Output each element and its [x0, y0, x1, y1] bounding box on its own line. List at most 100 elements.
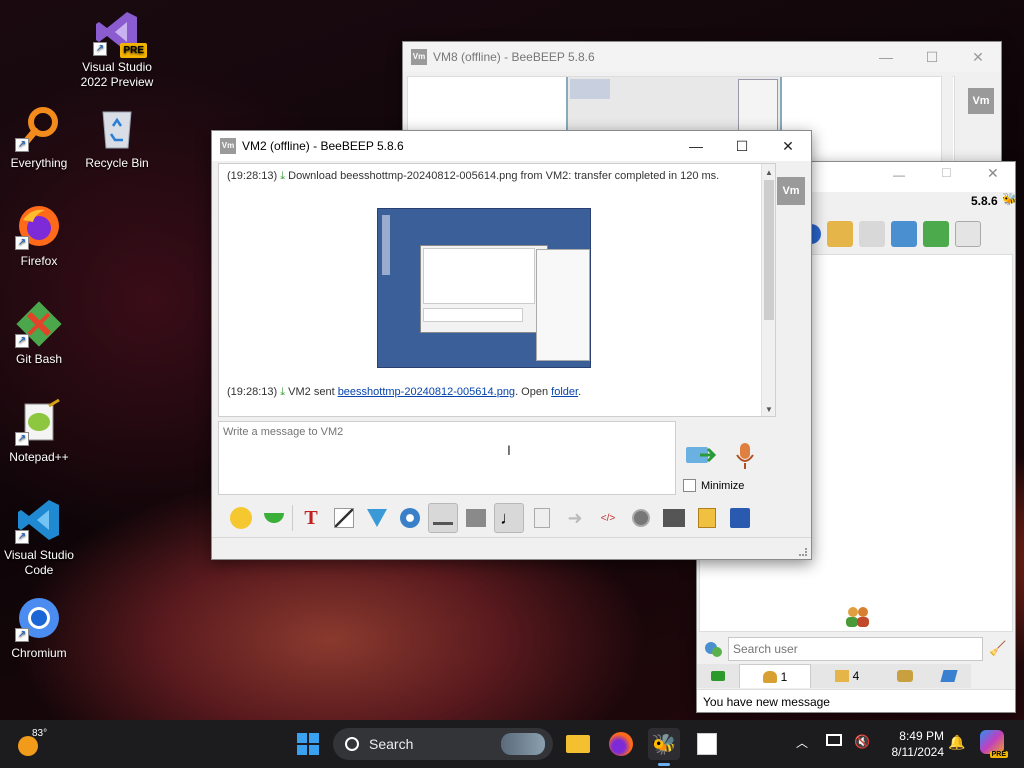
html-button[interactable]: </> — [593, 503, 623, 533]
notes-button[interactable] — [692, 503, 722, 533]
desktop-icon-label: Git Bash — [15, 352, 63, 366]
terminal-button[interactable] — [659, 503, 689, 533]
maximize-button[interactable]: ☐ — [941, 166, 952, 180]
download-icon: ⤓ — [280, 170, 286, 182]
chat-message: (19:28:13) ⤓ VM2 sent beesshottmp-202408… — [227, 386, 581, 399]
copilot-preview-badge: PRE — [989, 751, 1008, 758]
taskbar-file-explorer[interactable] — [562, 728, 594, 760]
resize-grip-icon[interactable] — [799, 548, 807, 556]
emoticon-button[interactable] — [226, 503, 256, 533]
taskbar-snipping-tool[interactable] — [691, 728, 723, 760]
close-button[interactable]: ✕ — [987, 165, 999, 182]
vm2-avatar: Vm — [777, 177, 805, 205]
desktop-icon-label: Visual Studio 2022 Preview — [80, 60, 154, 89]
edit-icon[interactable] — [859, 221, 885, 247]
record-button[interactable] — [626, 503, 656, 533]
tab-groups[interactable]: 4 — [811, 664, 883, 688]
tab-users[interactable]: 1 — [739, 664, 811, 688]
desktop-icon-chromium[interactable]: ↗ Chromium — [1, 594, 77, 661]
preview-badge: PRE — [120, 43, 147, 58]
desktop-icon-visual-studio-preview[interactable]: PRE ↗ Visual Studio 2022 Preview — [79, 8, 155, 90]
folder-link[interactable]: folder — [551, 386, 578, 398]
shortcut-arrow-icon: ↗ — [15, 236, 29, 250]
taskbar-firefox[interactable] — [605, 728, 637, 760]
search-user-input[interactable] — [728, 637, 983, 661]
notes-icon — [698, 508, 716, 528]
font-color-button[interactable] — [329, 503, 359, 533]
desktop-icon-label: Recycle Bin — [85, 156, 149, 170]
network-icon[interactable] — [891, 221, 917, 247]
settings-button[interactable] — [395, 503, 425, 533]
vm8-scrollbar[interactable] — [941, 76, 953, 168]
chromium-icon: ↗ — [15, 594, 63, 642]
send-button[interactable] — [684, 441, 718, 471]
shortcut-arrow-icon: ↗ — [15, 628, 29, 642]
completer-icon — [466, 509, 486, 527]
desktop-icon-recycle-bin[interactable]: Recycle Bin — [79, 104, 155, 171]
show-hidden-icons-button[interactable]: ︿ — [796, 734, 808, 751]
message-input[interactable] — [218, 421, 676, 495]
taskbar-search[interactable]: Search — [333, 728, 553, 760]
minimize-button[interactable]: — — [673, 131, 719, 161]
maximize-button[interactable]: ☐ — [909, 42, 955, 72]
tab-chats[interactable] — [697, 664, 739, 688]
maximize-button[interactable]: ☐ — [719, 131, 765, 161]
message-time: (19:28:13) — [227, 386, 278, 398]
green-emoticon-icon — [264, 513, 284, 523]
message-mid: . Open — [515, 386, 549, 398]
sound-button[interactable]: ♩ — [494, 503, 524, 533]
screenshot-thumbnail[interactable] — [377, 208, 591, 368]
taskbar-beebeep[interactable]: 🐝 — [648, 728, 680, 766]
file-link[interactable]: beesshottmp-20240812-005614.png — [338, 386, 515, 398]
minimize-button[interactable]: — — [863, 42, 909, 72]
microphone-icon[interactable] — [734, 441, 756, 471]
chat-toolbar: T ♩ ➜ </> — [218, 499, 806, 537]
completer-button[interactable] — [461, 503, 491, 533]
font-button[interactable]: T — [296, 503, 326, 533]
scroll-down-icon[interactable]: ▼ — [765, 405, 773, 414]
clock-time: 8:49 PM — [899, 729, 944, 743]
minimize-checkbox[interactable] — [683, 479, 696, 492]
music-note-icon: ♩ — [500, 507, 518, 528]
vm2-titlebar[interactable]: Vm VM2 (offline) - BeeBEEP 5.8.6 — ☐ ✕ — [212, 131, 811, 161]
forward-button[interactable]: ➜ — [560, 503, 590, 533]
scroll-up-icon[interactable]: ▲ — [765, 168, 773, 177]
desktop-icon-firefox[interactable]: ↗ Firefox — [1, 202, 77, 269]
copilot-button[interactable]: PRE — [980, 730, 1008, 758]
profile-icon[interactable] — [827, 221, 853, 247]
minimize-button[interactable]: — — [893, 168, 905, 182]
close-button[interactable]: ✕ — [955, 42, 1001, 72]
vm2-chat-window[interactable]: Vm VM2 (offline) - BeeBEEP 5.8.6 — ☐ ✕ (… — [211, 130, 812, 560]
notification-bell-icon[interactable]: 🔔 — [948, 734, 965, 751]
main-status: You have new message — [697, 689, 1015, 712]
spell-check-button[interactable] — [428, 503, 458, 533]
chat-scrollbar[interactable]: ▲ ▼ — [761, 164, 775, 416]
weather-widget[interactable]: 83° — [18, 728, 50, 758]
snip-icon — [697, 733, 717, 755]
trash-icon[interactable] — [955, 221, 981, 247]
desktop-icon-everything[interactable]: ↗ Everything — [1, 104, 77, 171]
tab-users-count: 1 — [780, 669, 788, 684]
emoticon-green-button[interactable] — [259, 503, 289, 533]
tab-network[interactable] — [883, 664, 927, 688]
save-button[interactable] — [725, 503, 755, 533]
clear-search-icon[interactable]: 🧹 — [989, 640, 1006, 657]
scroll-thumb[interactable] — [764, 180, 774, 320]
minimize-option[interactable]: Minimize — [683, 479, 744, 492]
desktop-icon-vscode[interactable]: ↗ Visual Studio Code — [1, 496, 77, 578]
share-icon[interactable] — [923, 221, 949, 247]
save-chat-button[interactable] — [527, 503, 557, 533]
clock[interactable]: 8:49 PM 8/11/2024 — [882, 728, 945, 760]
tab-files[interactable] — [927, 664, 971, 688]
volume-muted-icon[interactable]: 🔇 — [854, 734, 870, 750]
close-button[interactable]: ✕ — [765, 131, 811, 161]
filter-button[interactable] — [362, 503, 392, 533]
firefox-icon — [609, 732, 633, 756]
download-icon: ⤓ — [280, 386, 286, 398]
desktop-icon-git-bash[interactable]: ↗ Git Bash — [1, 300, 77, 367]
display-icon[interactable] — [826, 734, 846, 754]
desktop-icon-notepad-plus-plus[interactable]: ↗ Notepad++ — [1, 398, 77, 465]
bee-icon: 🐝 — [651, 733, 677, 756]
start-button[interactable] — [292, 728, 324, 760]
vm8-titlebar[interactable]: Vm VM8 (offline) - BeeBEEP 5.8.6 — ☐ ✕ — [403, 42, 1001, 72]
